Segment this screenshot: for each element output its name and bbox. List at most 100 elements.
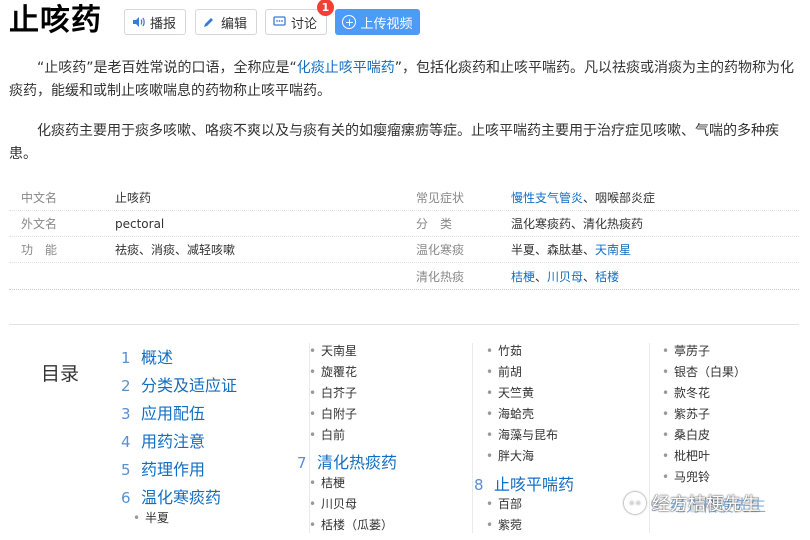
info-label: 温化寒痰 <box>416 243 465 257</box>
pencil-icon <box>202 16 216 28</box>
bullet-icon: • <box>662 407 670 421</box>
info-value-text: 半夏、森肽基、 <box>511 243 596 257</box>
bullet-icon: • <box>486 407 494 421</box>
toc-subitem-label: 白附子 <box>321 407 358 421</box>
bullet-icon: • <box>486 518 494 532</box>
broadcast-button[interactable]: 播报 <box>124 9 186 35</box>
link-chronic-bronchitis[interactable]: 慢性支气管炎 <box>511 191 583 205</box>
wechat-icon: ◦◦ <box>624 492 646 514</box>
info-label: 外文名 <box>21 217 58 231</box>
toc-subitem[interactable]: • 桔梗 <box>309 474 345 491</box>
separator: 、 <box>583 269 596 284</box>
comment-icon <box>272 16 286 28</box>
upload-video-label: 上传视频 <box>360 16 413 32</box>
toc-section-4[interactable]: 4 用药注意 <box>121 428 205 452</box>
toc-label: 用药注意 <box>141 432 206 451</box>
toc-section-6[interactable]: 6 温化寒痰药 <box>121 484 221 508</box>
link-chuanbeimu[interactable]: 川贝母 <box>547 270 583 284</box>
toc-subitem[interactable]: • 海蛤壳 <box>486 405 534 422</box>
toc-subitem-label: 桔梗 <box>321 476 346 490</box>
toc-subitem[interactable]: • 川贝母 <box>309 495 357 512</box>
toc-section-5[interactable]: 5 药理作用 <box>121 456 205 480</box>
entry-title: 止咳药 <box>9 3 102 38</box>
toc-subitem[interactable]: • 白前 <box>309 426 345 443</box>
link-gualou[interactable]: 栝楼 <box>595 270 619 284</box>
toc-subitem-label: 半夏 <box>145 511 170 525</box>
intro-paragraph-2: 化痰药主要用于痰多咳嗽、咯痰不爽以及与痰有关的如瘿瘤瘰疬等症。止咳平喘药主要用于… <box>9 123 779 162</box>
toc-subitem[interactable]: • 旋覆花 <box>309 363 357 380</box>
broadcast-label: 播报 <box>150 16 177 32</box>
intro-paragraph-1: “止咳药”是老百姓常说的口语，全称应是“化痰止咳平喘药”，包括化痰药和止咳平喘药… <box>9 57 799 103</box>
toc-section-3[interactable]: 3 应用配伍 <box>121 400 205 424</box>
toc-subitem[interactable]: • 胖大海 <box>486 447 534 464</box>
toc-subitem[interactable]: • 紫菀 <box>486 516 522 533</box>
toc-subitem[interactable]: • 桑白皮 <box>662 426 710 443</box>
toc-subitem[interactable]: • 枇杷叶 <box>662 447 710 464</box>
bullet-icon: • <box>133 511 141 525</box>
bullet-icon: • <box>662 470 670 484</box>
bullet-icon: • <box>662 449 670 463</box>
toc-subitem-label: 天竺黄 <box>498 386 535 400</box>
toc-subitem-label: 百部 <box>498 497 523 511</box>
toc-number: 5 <box>121 461 131 479</box>
link-jiegeng[interactable]: 桔梗 <box>511 270 535 284</box>
link-huatan-zhike-pingchuan-yao[interactable]: 化痰止咳平喘药 <box>297 60 395 76</box>
toc-subitem[interactable]: • 白附子 <box>309 405 357 422</box>
info-value: 止咳药 <box>115 191 152 205</box>
bullet-icon: • <box>309 407 317 421</box>
toc-subitem[interactable]: • 海藻与昆布 <box>486 426 558 443</box>
toc-subitem-label: 紫苏子 <box>674 407 711 421</box>
toc-subitem[interactable]: • 栝楼（瓜蒌） <box>309 516 393 533</box>
toc-subitem[interactable]: • 款冬花 <box>662 384 710 401</box>
speaker-icon <box>131 16 145 28</box>
toc-divider <box>472 343 473 533</box>
toc-label: 止咳平喘药 <box>494 475 575 494</box>
toc-subitem[interactable]: • 百部 <box>486 495 522 512</box>
toc-label: 应用配伍 <box>141 404 206 423</box>
info-label: 分 类 <box>416 217 453 231</box>
info-value: 温化寒痰药、清化热痰药 <box>511 217 644 231</box>
upload-video-button[interactable]: + 上传视频 <box>335 9 420 35</box>
toc-subitem-label: 枇杷叶 <box>674 449 711 463</box>
toc-subitem-label: 竹茹 <box>498 344 523 358</box>
info-value: 祛痰、消痰、减轻咳嗽 <box>115 243 236 257</box>
discuss-button[interactable]: 讨论 <box>265 9 327 35</box>
toc-subitem[interactable]: • 白芥子 <box>309 384 357 401</box>
toc-subitem-label: 白前 <box>321 428 346 442</box>
link-tiannanxing[interactable]: 天南星 <box>595 243 631 257</box>
info-value: 慢性支气管炎、咽喉部炎症 <box>511 189 655 206</box>
toc-number: 4 <box>121 433 131 451</box>
edit-button[interactable]: 编辑 <box>195 9 257 35</box>
info-value: 半夏、森肽基、天南星 <box>511 241 631 258</box>
bullet-icon: • <box>309 344 317 358</box>
toc-label: 分类及适应证 <box>141 376 238 395</box>
toc-label: 温化寒痰药 <box>141 488 222 507</box>
toc-subitem[interactable]: • 葶苈子 <box>662 342 710 359</box>
wechat-watermark: ◦◦ 经方桔梗先生 <box>624 490 760 516</box>
toc-subitem-label: 栝楼（瓜蒌） <box>321 518 394 532</box>
toc-subitem[interactable]: • 紫苏子 <box>662 405 710 422</box>
toc-subitem[interactable]: • 半夏 <box>133 509 169 526</box>
toc-subitem[interactable]: • 天南星 <box>309 342 357 359</box>
bullet-icon: • <box>486 428 494 442</box>
watermark-text: 经方桔梗先生 <box>652 494 760 515</box>
toc-section-2[interactable]: 2 分类及适应证 <box>121 372 237 396</box>
toc-title: 目录 <box>41 363 80 385</box>
toc-number: 3 <box>121 405 131 423</box>
toc-subitem[interactable]: • 银杏（白果） <box>662 363 746 380</box>
toc-subitem-label: 旋覆花 <box>321 365 358 379</box>
toc-number: 2 <box>121 377 131 395</box>
toc-section-1[interactable]: 1 概述 <box>121 344 173 368</box>
toc-subitem[interactable]: • 竹茹 <box>486 342 522 359</box>
toc-subitem[interactable]: • 天竺黄 <box>486 384 534 401</box>
toc-section-8[interactable]: 8 止咳平喘药 <box>474 471 574 495</box>
bullet-icon: • <box>309 428 317 442</box>
toc-subitem[interactable]: • 马兜铃 <box>662 468 710 485</box>
discuss-label: 讨论 <box>291 16 318 32</box>
bullet-icon: • <box>309 365 317 379</box>
info-label: 常见症状 <box>416 191 465 205</box>
toc-subitem[interactable]: • 前胡 <box>486 363 522 380</box>
bullet-icon: • <box>309 476 317 490</box>
bullet-icon: • <box>662 344 670 358</box>
toc-section-7[interactable]: 7 清化热痰药 <box>297 449 397 473</box>
